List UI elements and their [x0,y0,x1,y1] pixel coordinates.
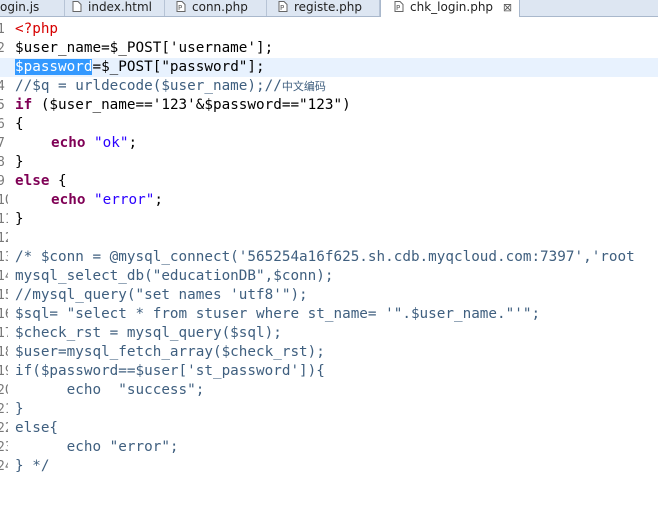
code-line: $user_name=$_POST['username']; [15,40,274,56]
code-line: else{ [15,420,59,436]
svg-text:P: P [396,4,400,12]
code-line: $sql= "select * from stuser where st_nam… [15,306,541,322]
line-number: 2 [0,41,5,56]
php-file-icon: P [394,1,404,12]
php-file-icon: P [278,1,288,12]
code-line: //$q = urldecode($user_name);//中文编码 [15,78,326,94]
tab-conn-php[interactable]: P conn.php [165,0,267,16]
file-icon [72,1,82,12]
tab-chk-login-php[interactable]: P chk_login.php ⊠ [380,0,520,17]
tab-registe-php[interactable]: P registe.php [267,0,380,16]
line-number: 20 [0,383,8,398]
code-editor[interactable]: 1 2 3 4 5 6 7 8 9 10 11 12 13 14 15 16 1… [0,17,658,509]
line-number: 6 [0,117,5,132]
line-number: 23 [0,440,8,455]
code-line: } [15,211,24,227]
code-line: mysql_select_db("educationDB",$conn); [15,268,334,284]
tab-label: chk_login.php [410,0,494,14]
line-number: 18 [0,345,8,360]
tab-login-js[interactable]: ogin.js [0,0,65,16]
code-line: echo "error"; [15,439,179,455]
line-number: 1 [0,22,5,37]
code-line: echo "ok"; [51,135,138,151]
line-number: 16 [0,307,8,322]
selected-text: $password [15,59,93,75]
svg-text:P: P [178,4,182,12]
code-line: //mysql_query("set names 'utf8'"); [15,287,308,303]
tab-label: registe.php [294,0,362,14]
tab-label: conn.php [192,0,248,14]
tab-index-html[interactable]: index.html [65,0,165,16]
line-number: 11 [0,212,8,227]
line-number: 22 [0,421,8,436]
code-line: $user=mysql_fetch_array($check_rst); [15,344,325,360]
close-tab-icon[interactable]: ⊠ [503,1,512,14]
code-line: $check_rst = mysql_query($sql); [15,325,282,341]
line-number: 9 [0,174,5,189]
line-number: 8 [0,155,5,170]
php-file-icon: P [176,1,186,12]
tab-label: index.html [88,0,152,14]
current-line: $password=$_POST["password"]; [0,58,658,77]
code-line: if($password==$user['st_password']){ [15,363,325,379]
code-line: else { [15,173,67,189]
code-line: } */ [15,458,50,474]
line-number: 7 [0,136,5,151]
code-line: { [15,116,24,132]
line-number: 24 [0,459,8,474]
code-line: <?php [15,21,59,37]
code-line: echo "success"; [15,382,205,398]
tab-label: ogin.js [0,0,40,14]
line-number: 4 [0,79,5,94]
line-number: 5 [0,98,5,113]
line-number: 19 [0,364,8,379]
editor-tab-bar: ogin.js index.html P conn.php P registe.… [0,0,658,17]
code-line: if ($user_name=='123'&$password=="123") [15,97,351,113]
code-line: echo "error"; [51,192,163,208]
line-number: 12 [0,231,8,246]
code-line: } [15,154,24,170]
code-line: } [15,401,24,417]
line-number: 21 [0,402,8,417]
svg-text:P: P [280,4,284,12]
line-number: 17 [0,326,8,341]
line-number: 13 [0,250,8,265]
line-number: 14 [0,269,8,284]
line-number: 10 [0,193,8,208]
line-number: 15 [0,288,8,303]
code-line: /* $conn = @mysql_connect('565254a16f625… [15,249,635,265]
